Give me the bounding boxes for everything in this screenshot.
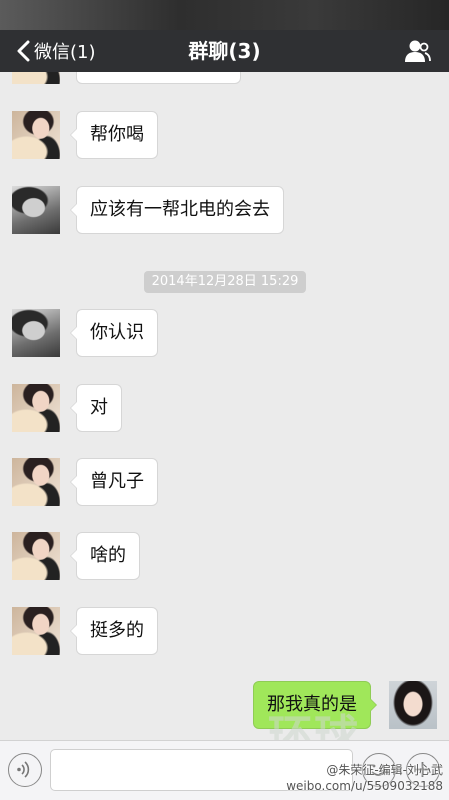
avatar[interactable]	[12, 72, 60, 84]
input-bar	[0, 740, 449, 800]
plus-icon	[415, 762, 430, 777]
avatar[interactable]	[12, 309, 60, 357]
avatar[interactable]	[12, 607, 60, 655]
group-members-icon[interactable]	[403, 39, 431, 63]
voice-icon	[17, 761, 30, 778]
status-bar	[0, 0, 449, 30]
chat-area[interactable]: 帮你喝 应该有一帮北电的会去 2014年12月28日 15:29 你认识 对 曾…	[0, 72, 449, 740]
avatar[interactable]	[12, 111, 60, 159]
avatar[interactable]	[12, 384, 60, 432]
message-bubble[interactable]: 曾凡子	[70, 458, 158, 506]
timestamp-badge: 2014年12月28日 15:29	[144, 271, 306, 293]
avatar[interactable]	[12, 532, 60, 580]
back-button[interactable]: 微信(1)	[16, 30, 96, 72]
message-bubble[interactable]: 对	[70, 384, 122, 432]
message-bubble[interactable]: 应该有一帮北电的会去	[70, 186, 284, 234]
message-bubble[interactable]: 帮你喝	[70, 111, 158, 159]
emoji-icon	[371, 764, 386, 776]
message-input[interactable]	[50, 749, 353, 791]
message-bubble[interactable]	[76, 72, 241, 84]
voice-button[interactable]	[8, 753, 42, 787]
message-bubble[interactable]: 你认识	[70, 309, 158, 357]
my-avatar[interactable]	[389, 681, 437, 729]
avatar[interactable]	[12, 458, 60, 506]
nav-bar: 微信(1) 群聊(3)	[0, 30, 449, 72]
back-label: 微信(1)	[34, 42, 96, 63]
emoji-button[interactable]	[362, 753, 396, 787]
avatar[interactable]	[12, 186, 60, 234]
chevron-left-icon	[17, 40, 30, 62]
my-message-bubble[interactable]: 那我真的是	[253, 681, 377, 729]
message-bubble[interactable]: 挺多的	[70, 607, 158, 655]
message-bubble[interactable]: 啥的	[70, 532, 140, 580]
more-button[interactable]	[406, 753, 440, 787]
